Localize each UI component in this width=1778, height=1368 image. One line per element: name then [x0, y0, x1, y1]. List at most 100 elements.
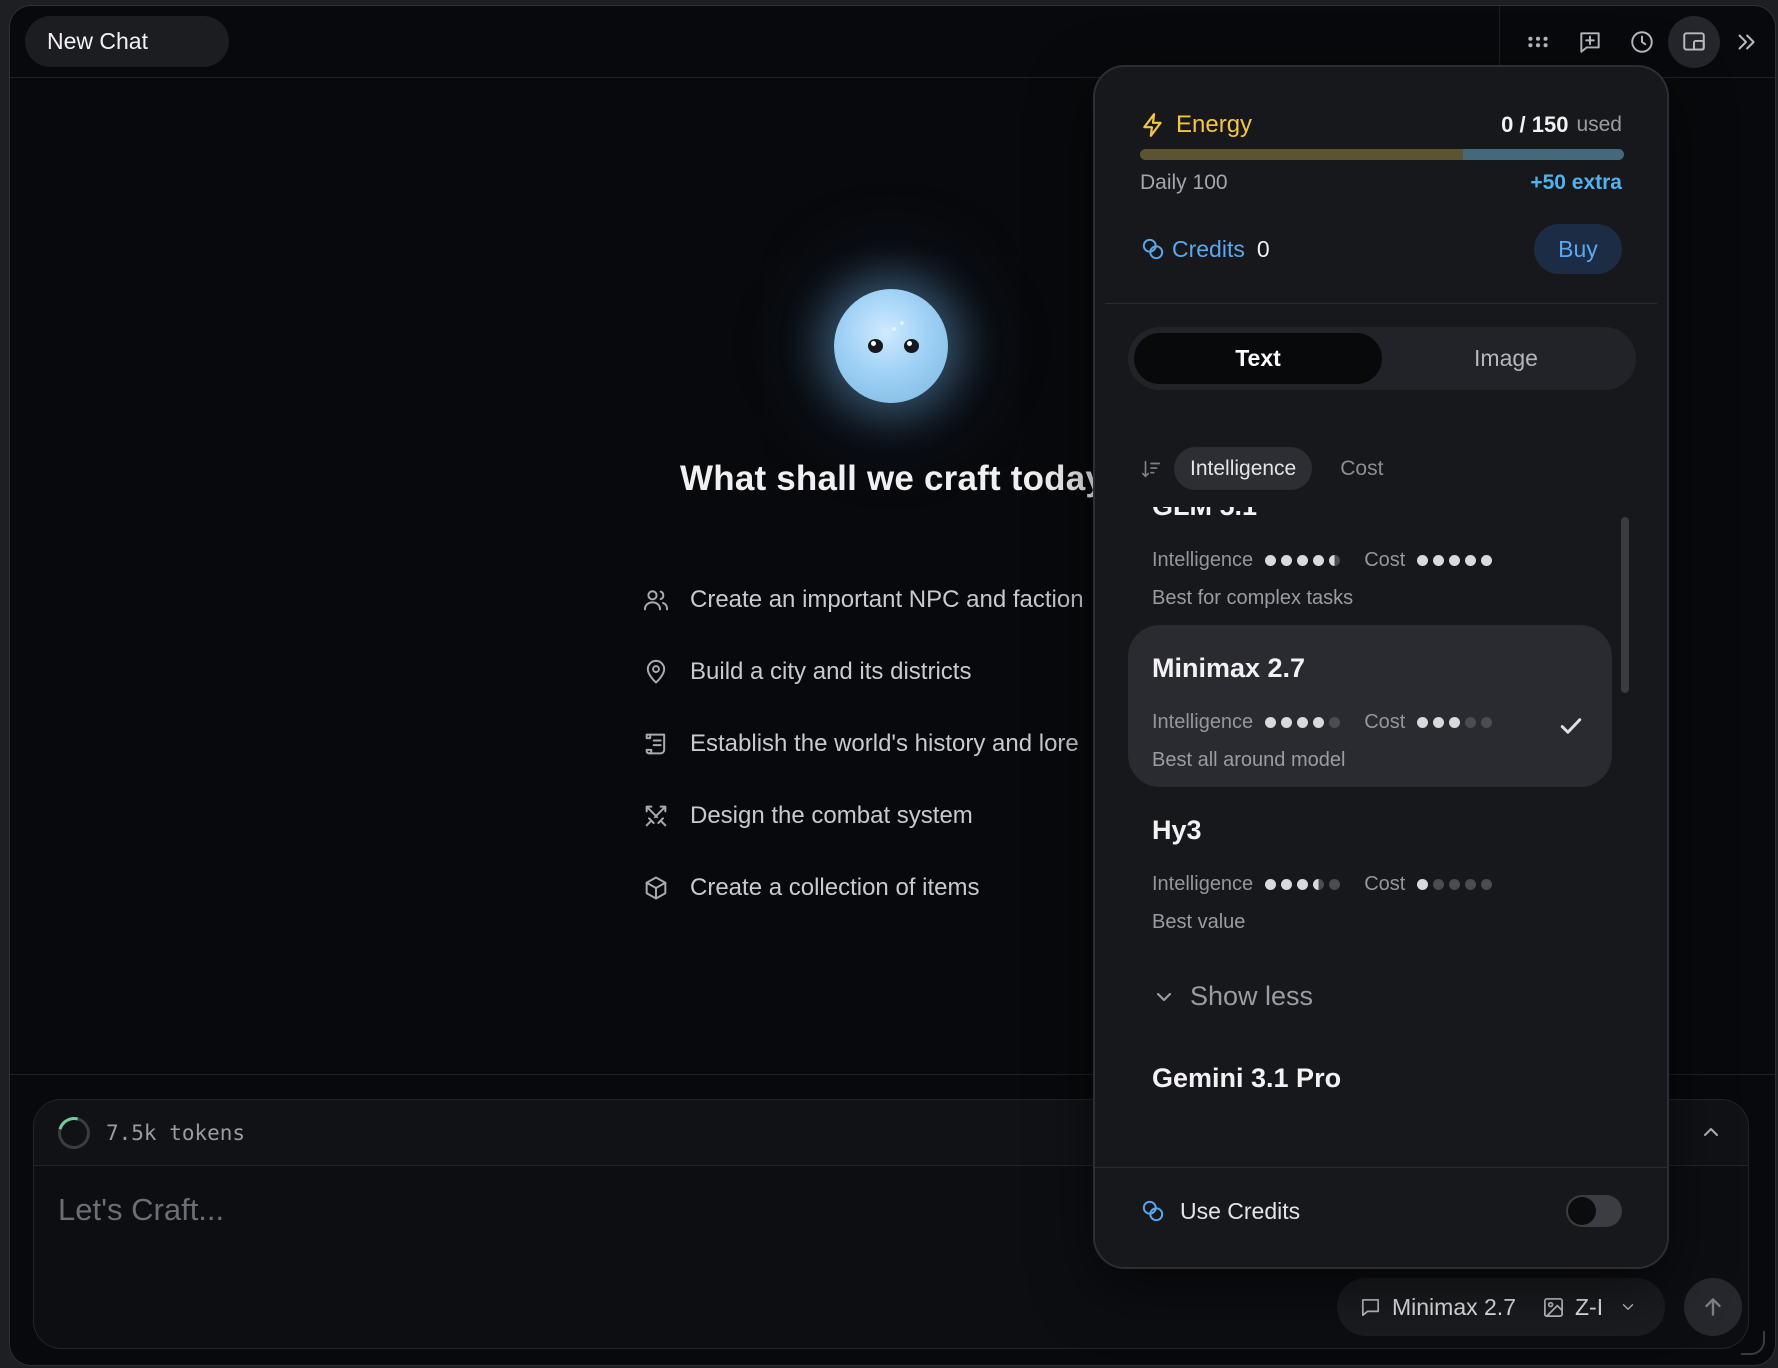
buy-credits-button[interactable]: Buy — [1534, 224, 1622, 274]
coins-icon — [1142, 1200, 1164, 1222]
grid-icon — [1528, 36, 1548, 48]
energy-progress-bar — [1140, 149, 1624, 160]
mascot-eye — [904, 339, 919, 353]
rating-dot — [1329, 555, 1341, 566]
model-selector[interactable]: Minimax 2.7 Z-I — [1337, 1278, 1665, 1336]
rating-dot — [1481, 555, 1493, 566]
new-chat-button[interactable] — [1564, 16, 1616, 68]
energy-daily-segment — [1140, 149, 1463, 160]
lightning-icon — [1143, 113, 1162, 137]
rating-dot — [1281, 555, 1293, 566]
suggestion-label: Build a city and its districts — [690, 658, 972, 685]
energy-extra-label: +50 extra — [1530, 171, 1622, 194]
rating-dot — [1281, 717, 1293, 728]
history-icon — [1631, 31, 1653, 53]
rating-dot — [1433, 717, 1445, 728]
model-popover: Energy 0 / 150 used Daily 100 +50 extra … — [1093, 65, 1669, 1269]
cost-rating — [1417, 555, 1493, 566]
rating-dot — [1417, 879, 1429, 890]
model-name: GLM 5.1 — [1152, 507, 1257, 522]
model-description: Best for complex tasks — [1152, 587, 1354, 609]
use-credits-toggle[interactable] — [1566, 1195, 1622, 1227]
panel-icon — [1683, 32, 1705, 51]
sort-cost-chip[interactable]: Cost — [1324, 447, 1399, 490]
show-less-label: Show less — [1190, 981, 1314, 1011]
suggestion-item[interactable]: Create a collection of items — [642, 852, 1084, 924]
prompt-input[interactable] — [58, 1192, 1058, 1228]
intelligence-rating — [1265, 879, 1341, 890]
tab-image[interactable]: Image — [1382, 333, 1630, 384]
intelligence-rating — [1265, 717, 1341, 728]
rating-dot — [1481, 717, 1493, 728]
chat-bubble-icon — [1361, 1298, 1380, 1316]
composer-collapse-button[interactable] — [1699, 1120, 1723, 1149]
rating-dot — [1281, 879, 1293, 890]
chevron-down-icon — [1156, 992, 1172, 1001]
model-stats: Intelligence Cost — [1152, 549, 1516, 572]
chevron-up-icon — [1704, 1128, 1718, 1136]
tab-text[interactable]: Text — [1134, 333, 1382, 384]
suggestion-item[interactable]: Design the combat system — [642, 780, 1084, 852]
mascot-eye — [868, 339, 883, 353]
history-button[interactable] — [1616, 16, 1668, 68]
suggestion-item[interactable]: Build a city and its districts — [642, 636, 1084, 708]
model-description: Best all around model — [1152, 749, 1346, 771]
credits-row: Credits 0 Buy — [1140, 224, 1622, 274]
model-name: Hy3 — [1152, 815, 1202, 845]
model-description: Best value — [1152, 911, 1246, 933]
suggestion-label: Design the combat system — [690, 802, 973, 829]
sort-intelligence-chip[interactable]: Intelligence — [1174, 447, 1313, 490]
popover-divider — [1105, 303, 1657, 304]
intelligence-rating — [1265, 555, 1341, 566]
model-option-gemini[interactable]: Gemini 3.1 Pro — [1128, 1019, 1612, 1181]
model-name: Gemini 3.1 Pro — [1152, 1063, 1342, 1093]
collapse-sidebar-button[interactable] — [1720, 16, 1772, 68]
model-list-scrollbar[interactable] — [1621, 517, 1629, 693]
resize-handle[interactable] — [1741, 1331, 1765, 1355]
arrow-up-icon — [1705, 1298, 1721, 1316]
rating-dot — [1481, 879, 1493, 890]
send-button[interactable] — [1684, 1278, 1742, 1336]
suggestion-item[interactable]: Establish the world's history and lore — [642, 708, 1084, 780]
rating-dot — [1433, 879, 1445, 890]
rating-dot — [1329, 879, 1341, 890]
rating-dot — [1465, 879, 1477, 890]
model-panel-button[interactable] — [1668, 16, 1720, 68]
chevron-down-icon — [1622, 1304, 1634, 1310]
credits-value: 0 — [1256, 235, 1270, 262]
model-option-glm[interactable]: GLM 5.1 Intelligence Cost Best for compl… — [1128, 507, 1612, 625]
energy-row: Energy 0 / 150 used — [1140, 107, 1622, 143]
mascot-sparkle — [900, 321, 904, 325]
show-less-toggle[interactable]: Show less — [1152, 981, 1313, 1012]
rating-dot — [1297, 717, 1309, 728]
text-model-label: Minimax 2.7 — [1392, 1293, 1516, 1320]
users-icon — [643, 590, 669, 611]
rating-dot — [1297, 555, 1309, 566]
hero-title: What shall we craft today — [680, 459, 1106, 498]
suggestion-item[interactable]: Create an important NPC and faction — [642, 564, 1084, 636]
rating-dot — [1417, 717, 1429, 728]
rating-dot — [1313, 717, 1325, 728]
suggestion-label: Establish the world's history and lore — [690, 730, 1079, 757]
rating-dot — [1417, 555, 1429, 566]
chat-title-field[interactable]: New Chat — [25, 16, 229, 67]
apps-button[interactable] — [1512, 16, 1564, 68]
rating-dot — [1265, 879, 1277, 890]
energy-used-suffix: used — [1576, 113, 1622, 136]
scroll-icon — [645, 733, 666, 755]
rating-dot — [1449, 555, 1461, 566]
energy-daily-label: Daily 100 — [1140, 171, 1228, 194]
map-pin-icon — [646, 660, 666, 684]
model-option-minimax[interactable]: Minimax 2.7 Intelligence Cost Best all a… — [1128, 625, 1612, 787]
cost-label: Cost — [1364, 873, 1406, 895]
rating-dot — [1329, 717, 1341, 728]
model-option-hy3[interactable]: Hy3 Intelligence Cost Best value — [1128, 787, 1612, 949]
model-stats: Intelligence Cost — [1152, 711, 1516, 734]
rating-dot — [1449, 879, 1461, 890]
model-name: Minimax 2.7 — [1152, 653, 1306, 683]
intelligence-label: Intelligence — [1152, 711, 1254, 733]
suggestion-label: Create a collection of items — [690, 874, 980, 901]
selected-check — [1556, 711, 1586, 746]
cost-rating — [1417, 879, 1493, 890]
token-count: 7.5k tokens — [106, 1120, 246, 1145]
